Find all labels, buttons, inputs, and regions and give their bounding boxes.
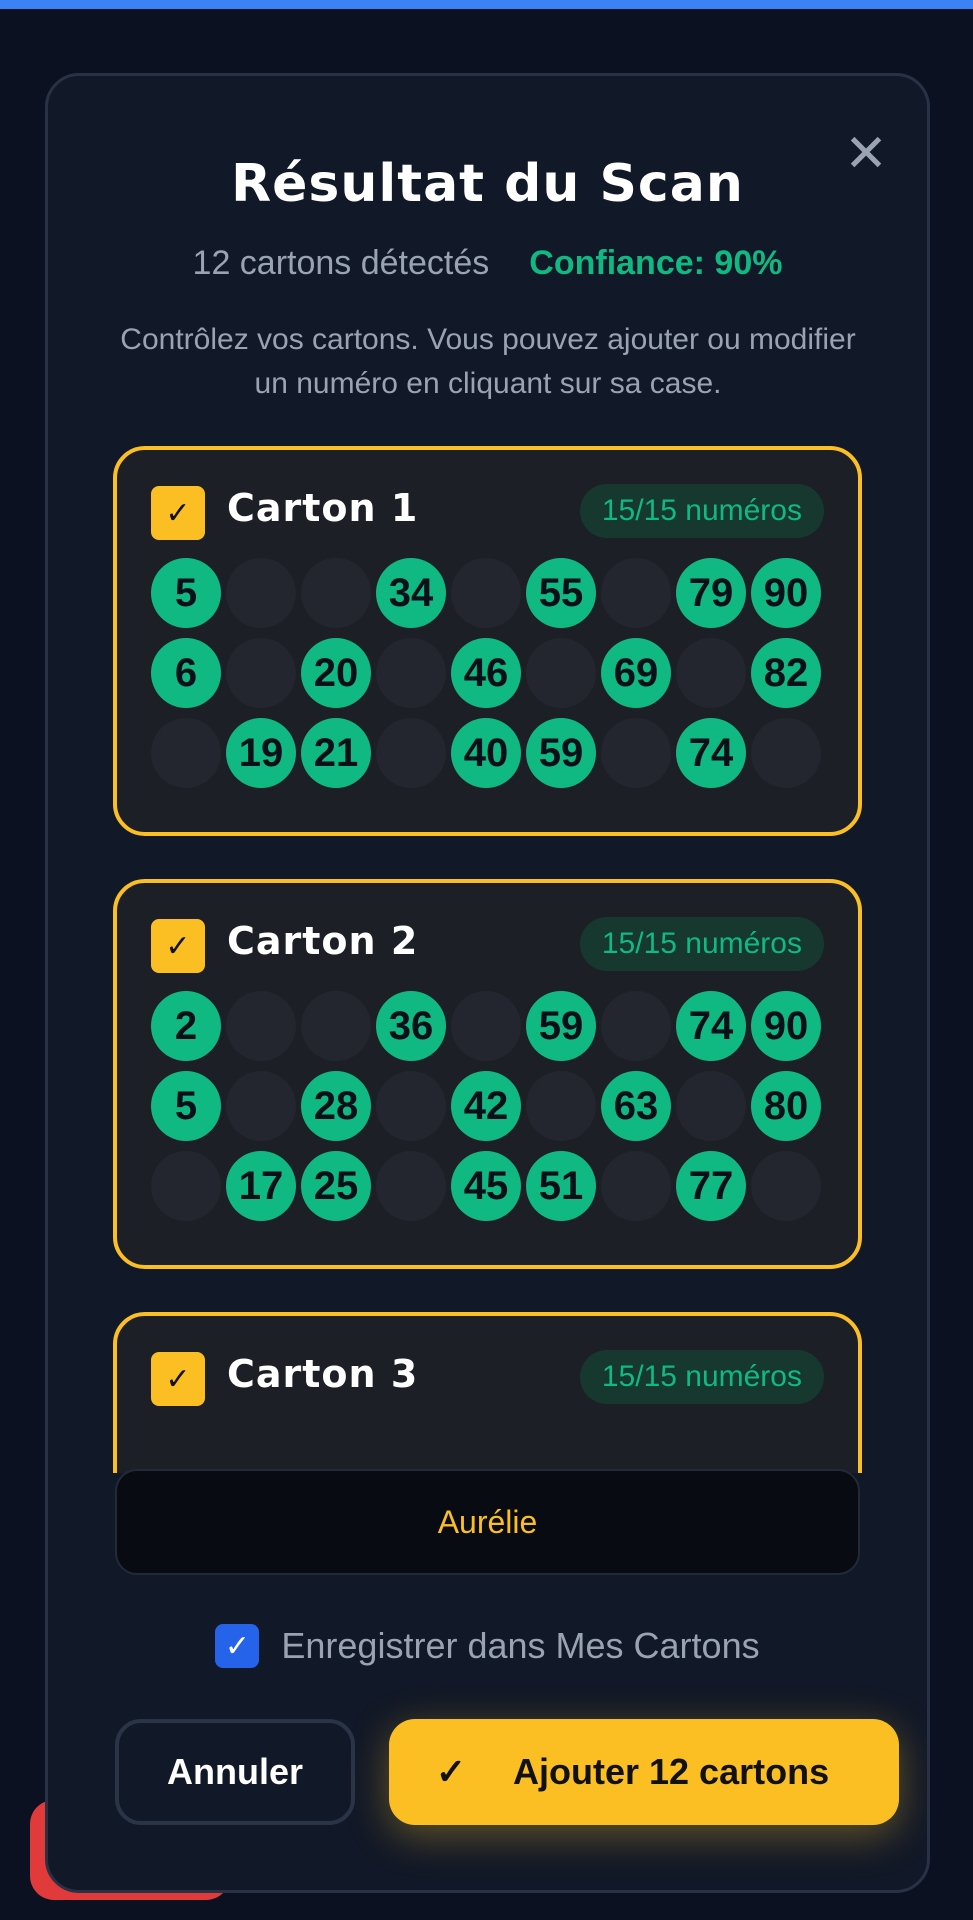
number-cell[interactable]: 59: [526, 718, 596, 788]
empty-cell[interactable]: [526, 1071, 596, 1141]
number-cell[interactable]: 20: [301, 638, 371, 708]
number-cell[interactable]: 63: [601, 1071, 671, 1141]
bingo-card: ✓ Carton 3 15/15 numéros: [113, 1312, 862, 1473]
empty-cell[interactable]: [451, 991, 521, 1061]
check-icon: ✓: [435, 1751, 467, 1792]
empty-cell[interactable]: [301, 558, 371, 628]
number-cell[interactable]: 77: [676, 1151, 746, 1221]
number-cell[interactable]: 42: [451, 1071, 521, 1141]
card-select-checkbox[interactable]: ✓: [151, 486, 205, 540]
empty-cell[interactable]: [376, 1151, 446, 1221]
bingo-card: ✓ Carton 1 15/15 numéros 5 34 55 79 90 6 20 46 69 82…: [113, 446, 862, 836]
scan-result-modal: ✕ Résultat du Scan 12 cartons détectés Co…: [45, 73, 930, 1893]
number-cell[interactable]: 28: [301, 1071, 371, 1141]
empty-cell[interactable]: [526, 638, 596, 708]
empty-cell[interactable]: [451, 558, 521, 628]
number-cell[interactable]: 5: [151, 1071, 221, 1141]
number-cell[interactable]: 74: [676, 991, 746, 1061]
empty-cell[interactable]: [301, 991, 371, 1061]
number-cell[interactable]: 21: [301, 718, 371, 788]
number-cell[interactable]: 2: [151, 991, 221, 1061]
empty-cell[interactable]: [601, 1151, 671, 1221]
card-grid: 5 34 55 79 90 6 20 46 69 82 19 21 40 59 74: [151, 558, 831, 798]
card-header: ✓ Carton 2 15/15 numéros: [151, 917, 824, 973]
cancel-button[interactable]: Annuler: [115, 1719, 355, 1825]
number-cell[interactable]: 80: [751, 1071, 821, 1141]
card-title: Carton 2: [227, 919, 419, 963]
empty-cell[interactable]: [226, 991, 296, 1061]
cards-list[interactable]: ✓ Carton 1 15/15 numéros 5 34 55 79 90 6 20 46 69 82…: [113, 446, 862, 1473]
number-cell[interactable]: 79: [676, 558, 746, 628]
confidence-label: Confiance: 90%: [529, 244, 783, 282]
card-select-checkbox[interactable]: ✓: [151, 919, 205, 973]
add-cards-button[interactable]: ✓ Ajouter 12 cartons: [389, 1719, 899, 1825]
empty-cell[interactable]: [226, 558, 296, 628]
save-label: Enregistrer dans Mes Cartons: [281, 1625, 760, 1666]
empty-cell[interactable]: [376, 638, 446, 708]
card-title: Carton 1: [227, 486, 419, 530]
number-cell[interactable]: 17: [226, 1151, 296, 1221]
empty-cell[interactable]: [751, 718, 821, 788]
card-grid: 2 36 59 74 90 5 28 42 63 80 17 25 45 51 77: [151, 991, 831, 1231]
number-cell[interactable]: 19: [226, 718, 296, 788]
number-cell[interactable]: 40: [451, 718, 521, 788]
number-cell[interactable]: 51: [526, 1151, 596, 1221]
number-cell[interactable]: 82: [751, 638, 821, 708]
number-cell[interactable]: 90: [751, 991, 821, 1061]
number-cell[interactable]: 59: [526, 991, 596, 1061]
card-count-badge: 15/15 numéros: [579, 484, 824, 538]
player-name-input[interactable]: [115, 1469, 860, 1575]
card-header: ✓ Carton 1 15/15 numéros: [151, 484, 824, 540]
empty-cell[interactable]: [676, 1071, 746, 1141]
instructions: Contrôlez vos cartons. Vous pouvez ajout…: [120, 323, 856, 400]
empty-cell[interactable]: [151, 718, 221, 788]
number-cell[interactable]: 46: [451, 638, 521, 708]
number-cell[interactable]: 55: [526, 558, 596, 628]
number-cell[interactable]: 6: [151, 638, 221, 708]
card-count-badge: 15/15 numéros: [579, 917, 824, 971]
empty-cell[interactable]: [226, 1071, 296, 1141]
add-cards-label: Ajouter 12 cartons: [513, 1751, 830, 1792]
number-cell[interactable]: 25: [301, 1151, 371, 1221]
empty-cell[interactable]: [376, 1071, 446, 1141]
empty-cell[interactable]: [601, 718, 671, 788]
empty-cell[interactable]: [226, 638, 296, 708]
empty-cell[interactable]: [376, 718, 446, 788]
card-title: Carton 3: [227, 1352, 419, 1396]
number-cell[interactable]: 74: [676, 718, 746, 788]
number-cell[interactable]: 45: [451, 1151, 521, 1221]
number-cell[interactable]: 5: [151, 558, 221, 628]
save-option[interactable]: ✓ Enregistrer dans Mes Cartons: [48, 1621, 927, 1671]
number-cell[interactable]: 36: [376, 991, 446, 1061]
number-cell[interactable]: 69: [601, 638, 671, 708]
number-cell[interactable]: 90: [751, 558, 821, 628]
card-count: 12 cartons détectés: [192, 244, 490, 282]
modal-title: Résultat du Scan: [231, 154, 744, 214]
empty-cell[interactable]: [601, 558, 671, 628]
empty-cell[interactable]: [151, 1151, 221, 1221]
empty-cell[interactable]: [751, 1151, 821, 1221]
empty-cell[interactable]: [676, 638, 746, 708]
empty-cell[interactable]: [601, 991, 671, 1061]
scan-summary: 12 cartons détectés Confiance: 90%: [48, 244, 927, 283]
top-accent-bar: [0, 0, 973, 9]
card-header: ✓ Carton 3 15/15 numéros: [151, 1350, 824, 1406]
card-count-badge: 15/15 numéros: [579, 1350, 824, 1404]
card-select-checkbox[interactable]: ✓: [151, 1352, 205, 1406]
bingo-card: ✓ Carton 2 15/15 numéros 2 36 59 74 90 5 28 42 63 80…: [113, 879, 862, 1269]
save-checkbox[interactable]: ✓: [215, 1624, 260, 1668]
number-cell[interactable]: 34: [376, 558, 446, 628]
